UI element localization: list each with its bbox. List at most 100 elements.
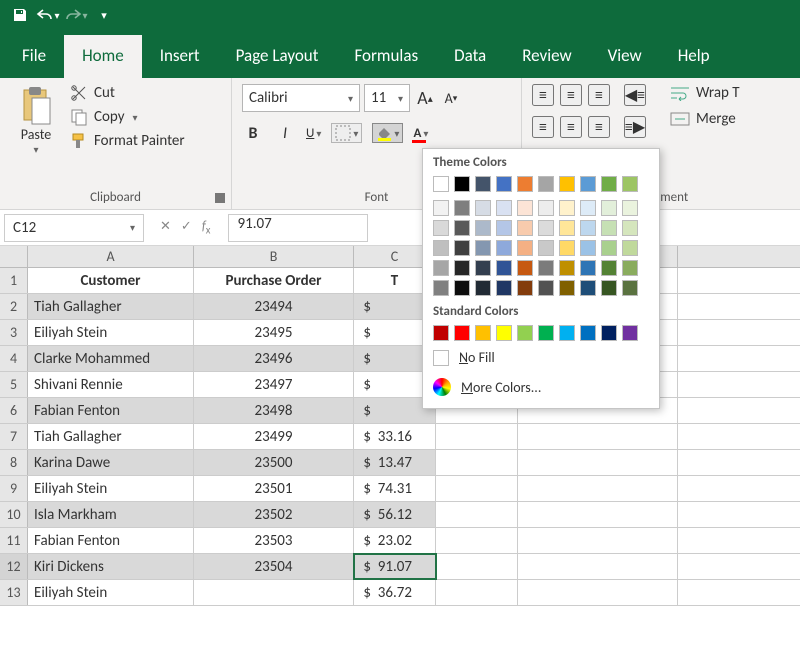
- color-swatch[interactable]: [454, 240, 470, 256]
- color-swatch[interactable]: [475, 325, 491, 341]
- insert-function-button[interactable]: fx: [202, 219, 211, 237]
- tab-insert[interactable]: Insert: [142, 35, 218, 78]
- cell[interactable]: Isla Markham: [28, 502, 194, 527]
- color-swatch[interactable]: [454, 325, 470, 341]
- align-middle-button[interactable]: ≡: [560, 84, 582, 106]
- cell[interactable]: Fabian Fenton: [28, 528, 194, 553]
- decrease-indent-button[interactable]: ◀≡: [624, 84, 646, 106]
- color-swatch[interactable]: [538, 325, 554, 341]
- color-swatch[interactable]: [601, 325, 617, 341]
- cell[interactable]: [436, 476, 518, 501]
- increase-indent-button[interactable]: ≡▶: [624, 116, 646, 138]
- cell[interactable]: 23499: [194, 424, 354, 449]
- color-swatch[interactable]: [496, 220, 512, 236]
- color-swatch[interactable]: [538, 176, 554, 192]
- redo-button[interactable]: ▾: [64, 3, 88, 27]
- tab-data[interactable]: Data: [436, 35, 504, 78]
- cell[interactable]: 23496: [194, 346, 354, 371]
- cell[interactable]: [518, 580, 678, 605]
- color-swatch[interactable]: [475, 260, 491, 276]
- cell[interactable]: [518, 502, 678, 527]
- cell[interactable]: Shivani Rennie: [28, 372, 194, 397]
- cell[interactable]: 23500: [194, 450, 354, 475]
- cell[interactable]: [518, 476, 678, 501]
- color-swatch[interactable]: [475, 176, 491, 192]
- undo-button[interactable]: ▾: [36, 3, 60, 27]
- cell[interactable]: 23495: [194, 320, 354, 345]
- color-swatch[interactable]: [496, 325, 512, 341]
- no-fill-button[interactable]: No Fill: [423, 343, 659, 372]
- color-swatch[interactable]: [454, 176, 470, 192]
- tab-formulas[interactable]: Formulas: [336, 35, 436, 78]
- color-swatch[interactable]: [559, 260, 575, 276]
- cell[interactable]: Eiliyah Stein: [28, 476, 194, 501]
- color-swatch[interactable]: [538, 220, 554, 236]
- cell[interactable]: [518, 528, 678, 553]
- row-header[interactable]: 5: [0, 372, 28, 397]
- color-swatch[interactable]: [601, 176, 617, 192]
- decrease-font-button[interactable]: A▾: [440, 87, 462, 109]
- font-color-button[interactable]: A▾: [413, 126, 428, 141]
- color-swatch[interactable]: [496, 200, 512, 216]
- row-header[interactable]: 12: [0, 554, 28, 579]
- color-swatch[interactable]: [433, 240, 449, 256]
- borders-button[interactable]: ▾: [331, 123, 362, 143]
- cell[interactable]: $ 13.47: [354, 450, 436, 475]
- tab-review[interactable]: Review: [504, 35, 589, 78]
- formula-input[interactable]: 91.07: [228, 214, 368, 242]
- color-swatch[interactable]: [601, 240, 617, 256]
- color-swatch[interactable]: [622, 240, 638, 256]
- color-swatch[interactable]: [517, 325, 533, 341]
- color-swatch[interactable]: [601, 260, 617, 276]
- cell[interactable]: Purchase Order: [194, 268, 354, 293]
- cell[interactable]: Eiliyah Stein: [28, 320, 194, 345]
- cell[interactable]: [518, 554, 678, 579]
- color-swatch[interactable]: [517, 280, 533, 296]
- color-swatch[interactable]: [580, 260, 596, 276]
- color-swatch[interactable]: [580, 325, 596, 341]
- color-swatch[interactable]: [454, 260, 470, 276]
- tab-page-layout[interactable]: Page Layout: [218, 35, 337, 78]
- cell[interactable]: [518, 424, 678, 449]
- color-swatch[interactable]: [601, 280, 617, 296]
- tab-home[interactable]: Home: [64, 35, 142, 78]
- cell[interactable]: $ 33.16: [354, 424, 436, 449]
- color-swatch[interactable]: [622, 260, 638, 276]
- color-swatch[interactable]: [517, 220, 533, 236]
- color-swatch[interactable]: [496, 240, 512, 256]
- color-swatch[interactable]: [475, 240, 491, 256]
- wrap-text-button[interactable]: Wrap T: [670, 84, 740, 102]
- color-swatch[interactable]: [580, 280, 596, 296]
- color-swatch[interactable]: [517, 240, 533, 256]
- cell[interactable]: [436, 502, 518, 527]
- color-swatch[interactable]: [580, 176, 596, 192]
- tab-view[interactable]: View: [590, 35, 660, 78]
- align-top-button[interactable]: ≡: [532, 84, 554, 106]
- align-left-button[interactable]: ≡: [532, 116, 554, 138]
- row-header[interactable]: 1: [0, 268, 28, 293]
- color-swatch[interactable]: [454, 220, 470, 236]
- cell[interactable]: [436, 450, 518, 475]
- color-swatch[interactable]: [601, 220, 617, 236]
- color-swatch[interactable]: [475, 200, 491, 216]
- align-center-button[interactable]: ≡: [560, 116, 582, 138]
- color-swatch[interactable]: [433, 220, 449, 236]
- cell[interactable]: 23497: [194, 372, 354, 397]
- row-header[interactable]: 10: [0, 502, 28, 527]
- color-swatch[interactable]: [475, 220, 491, 236]
- align-right-button[interactable]: ≡: [588, 116, 610, 138]
- cell[interactable]: [518, 450, 678, 475]
- tab-help[interactable]: Help: [660, 35, 728, 78]
- cell[interactable]: $ 74.31: [354, 476, 436, 501]
- enter-formula-button[interactable]: ✓: [181, 219, 192, 237]
- cell[interactable]: Tiah Gallagher: [28, 424, 194, 449]
- color-swatch[interactable]: [454, 200, 470, 216]
- color-swatch[interactable]: [517, 176, 533, 192]
- cell[interactable]: Fabian Fenton: [28, 398, 194, 423]
- color-swatch[interactable]: [538, 240, 554, 256]
- more-colors-button[interactable]: More Colors...: [423, 372, 659, 402]
- spreadsheet-grid[interactable]: A B C D E 1 Customer Purchase Order T 2T…: [0, 246, 800, 606]
- color-swatch[interactable]: [622, 176, 638, 192]
- cell[interactable]: [436, 528, 518, 553]
- format-painter-button[interactable]: Format Painter: [70, 132, 185, 150]
